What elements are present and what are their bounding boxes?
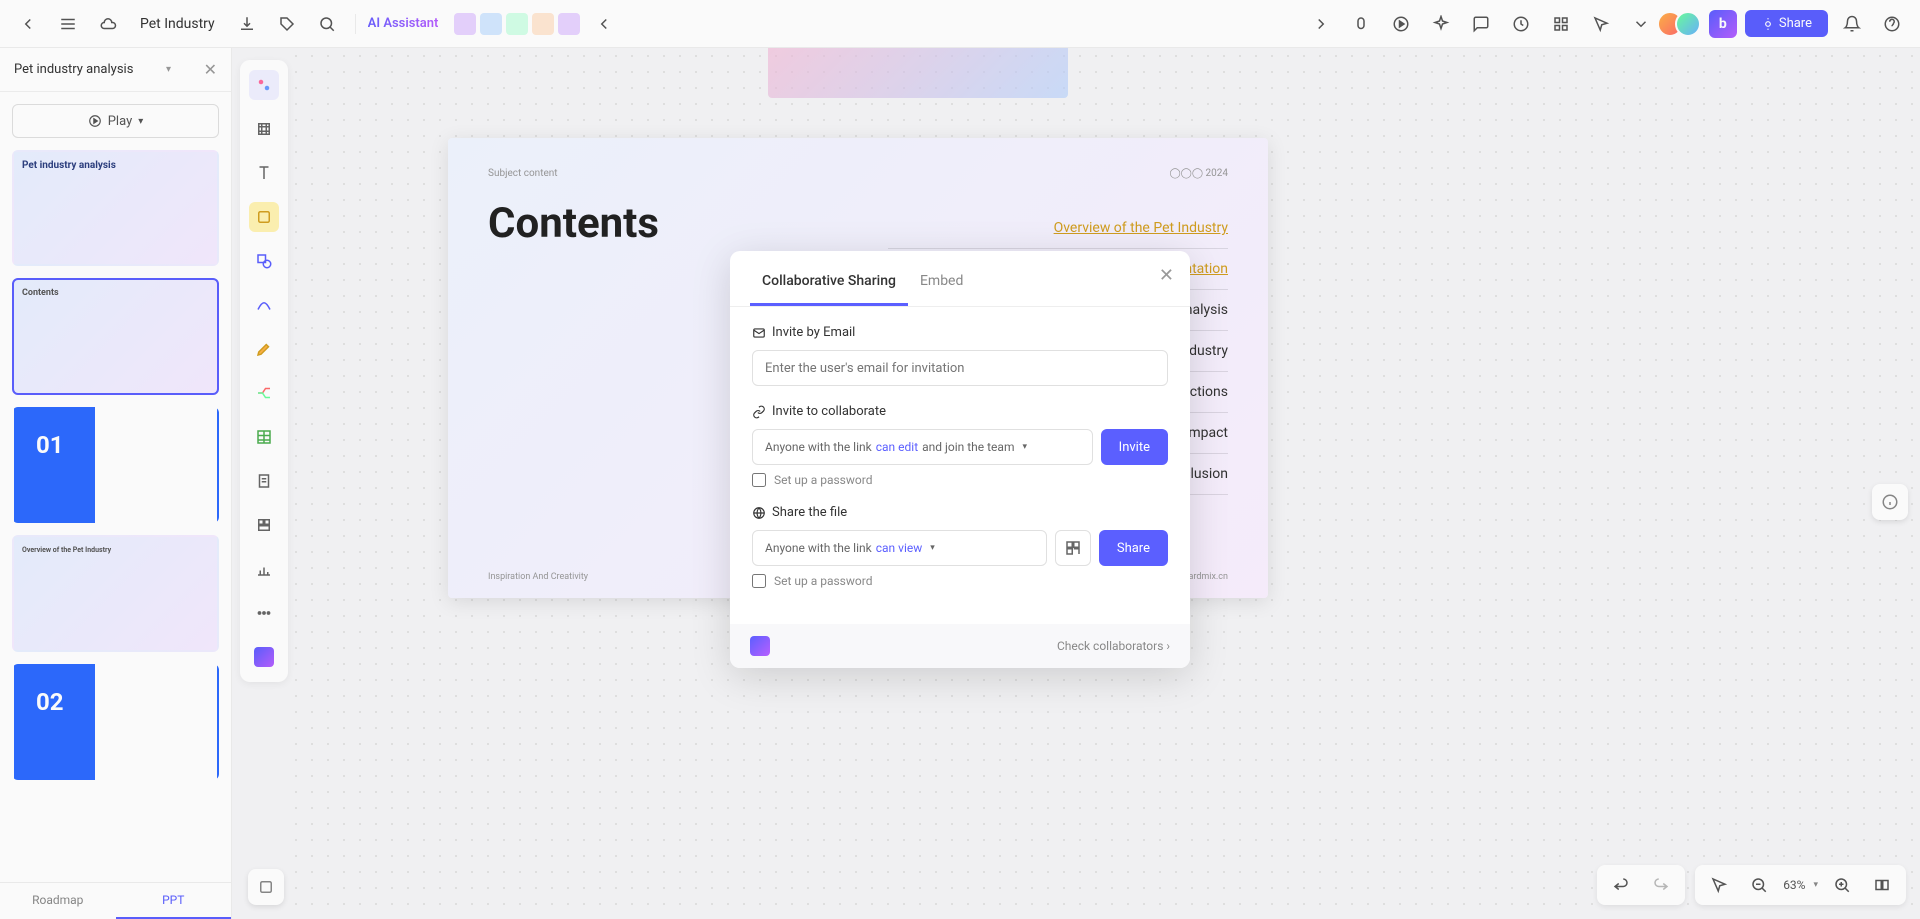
modal-close-button[interactable]: ✕ bbox=[1159, 265, 1174, 286]
share-link-perms[interactable]: Anyone with the link can view ▾ bbox=[752, 530, 1047, 566]
share-file-label: Share the file bbox=[752, 505, 1168, 520]
invite-password-checkbox[interactable] bbox=[752, 473, 766, 487]
invite-link-row: Anyone with the link can edit and join t… bbox=[752, 429, 1168, 465]
modal-tabs: Collaborative Sharing Embed ✕ bbox=[730, 251, 1190, 307]
boardmix-logo-small bbox=[750, 636, 770, 656]
share-password-toggle[interactable]: Set up a password bbox=[752, 574, 1168, 588]
invite-email-label: Invite by Email bbox=[752, 325, 1168, 340]
qr-code-button[interactable] bbox=[1055, 530, 1091, 566]
invite-link-perms[interactable]: Anyone with the link can edit and join t… bbox=[752, 429, 1093, 465]
share-link-row: Anyone with the link can view ▾ Share bbox=[752, 530, 1168, 566]
share-modal: Collaborative Sharing Embed ✕ Invite by … bbox=[730, 251, 1190, 668]
invite-collab-label: Invite to collaborate bbox=[752, 404, 1168, 419]
modal-body: Invite by Email Invite to collaborate An… bbox=[730, 307, 1190, 624]
check-collaborators-link[interactable]: Check collaborators › bbox=[1057, 639, 1170, 653]
share-link-button[interactable]: Share bbox=[1099, 530, 1168, 566]
invite-button[interactable]: Invite bbox=[1101, 429, 1168, 465]
modal-backdrop[interactable]: Collaborative Sharing Embed ✕ Invite by … bbox=[0, 0, 1920, 919]
modal-footer: Check collaborators › bbox=[730, 624, 1190, 668]
invite-password-toggle[interactable]: Set up a password bbox=[752, 473, 1168, 487]
email-input[interactable] bbox=[752, 350, 1168, 386]
tab-collab-sharing[interactable]: Collaborative Sharing bbox=[750, 265, 908, 306]
share-password-checkbox[interactable] bbox=[752, 574, 766, 588]
tab-embed[interactable]: Embed bbox=[908, 265, 975, 306]
